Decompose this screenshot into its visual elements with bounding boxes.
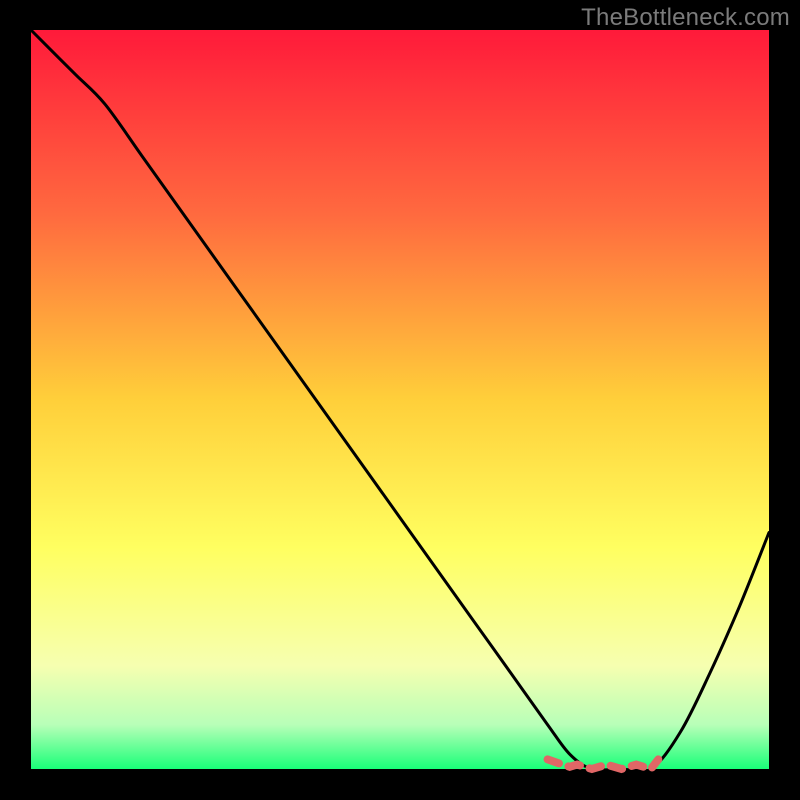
bottleneck-chart [0, 0, 800, 800]
plot-area [31, 30, 769, 769]
chart-frame: TheBottleneck.com [0, 0, 800, 800]
